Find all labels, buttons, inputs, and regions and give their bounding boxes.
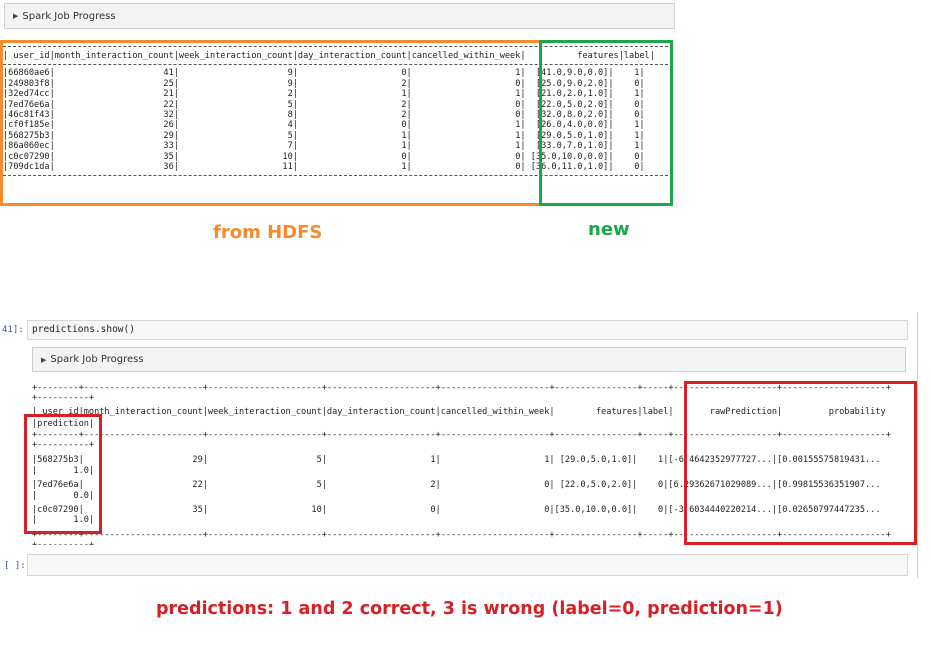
empty-code-cell[interactable] [27, 554, 908, 576]
notebook-scroll-edge [917, 312, 918, 578]
code-cell-input[interactable]: predictions.show() [27, 320, 908, 340]
raw-prediction-probability-highlight [684, 381, 917, 545]
spark-job-progress-bottom[interactable]: ▶ Spark Job Progress [32, 347, 906, 372]
new-columns-highlight [539, 40, 673, 206]
from-hdfs-label: from HDFS [213, 222, 323, 243]
expand-triangle-icon: ▶ [13, 12, 19, 20]
caption: predictions: 1 and 2 correct, 3 is wrong… [156, 599, 783, 619]
from-hdfs-highlight [0, 40, 542, 206]
progress-label: Spark Job Progress [22, 10, 116, 22]
new-label: new [588, 219, 630, 240]
expand-triangle-icon: ▶ [41, 355, 47, 364]
spark-job-progress-top[interactable]: ▶ Spark Job Progress [4, 3, 675, 29]
prediction-column-highlight [24, 414, 102, 534]
empty-cell-prompt: [ ]: [4, 561, 26, 571]
progress-label: Spark Job Progress [50, 354, 144, 365]
cell-prompt: 41]: [2, 325, 24, 335]
